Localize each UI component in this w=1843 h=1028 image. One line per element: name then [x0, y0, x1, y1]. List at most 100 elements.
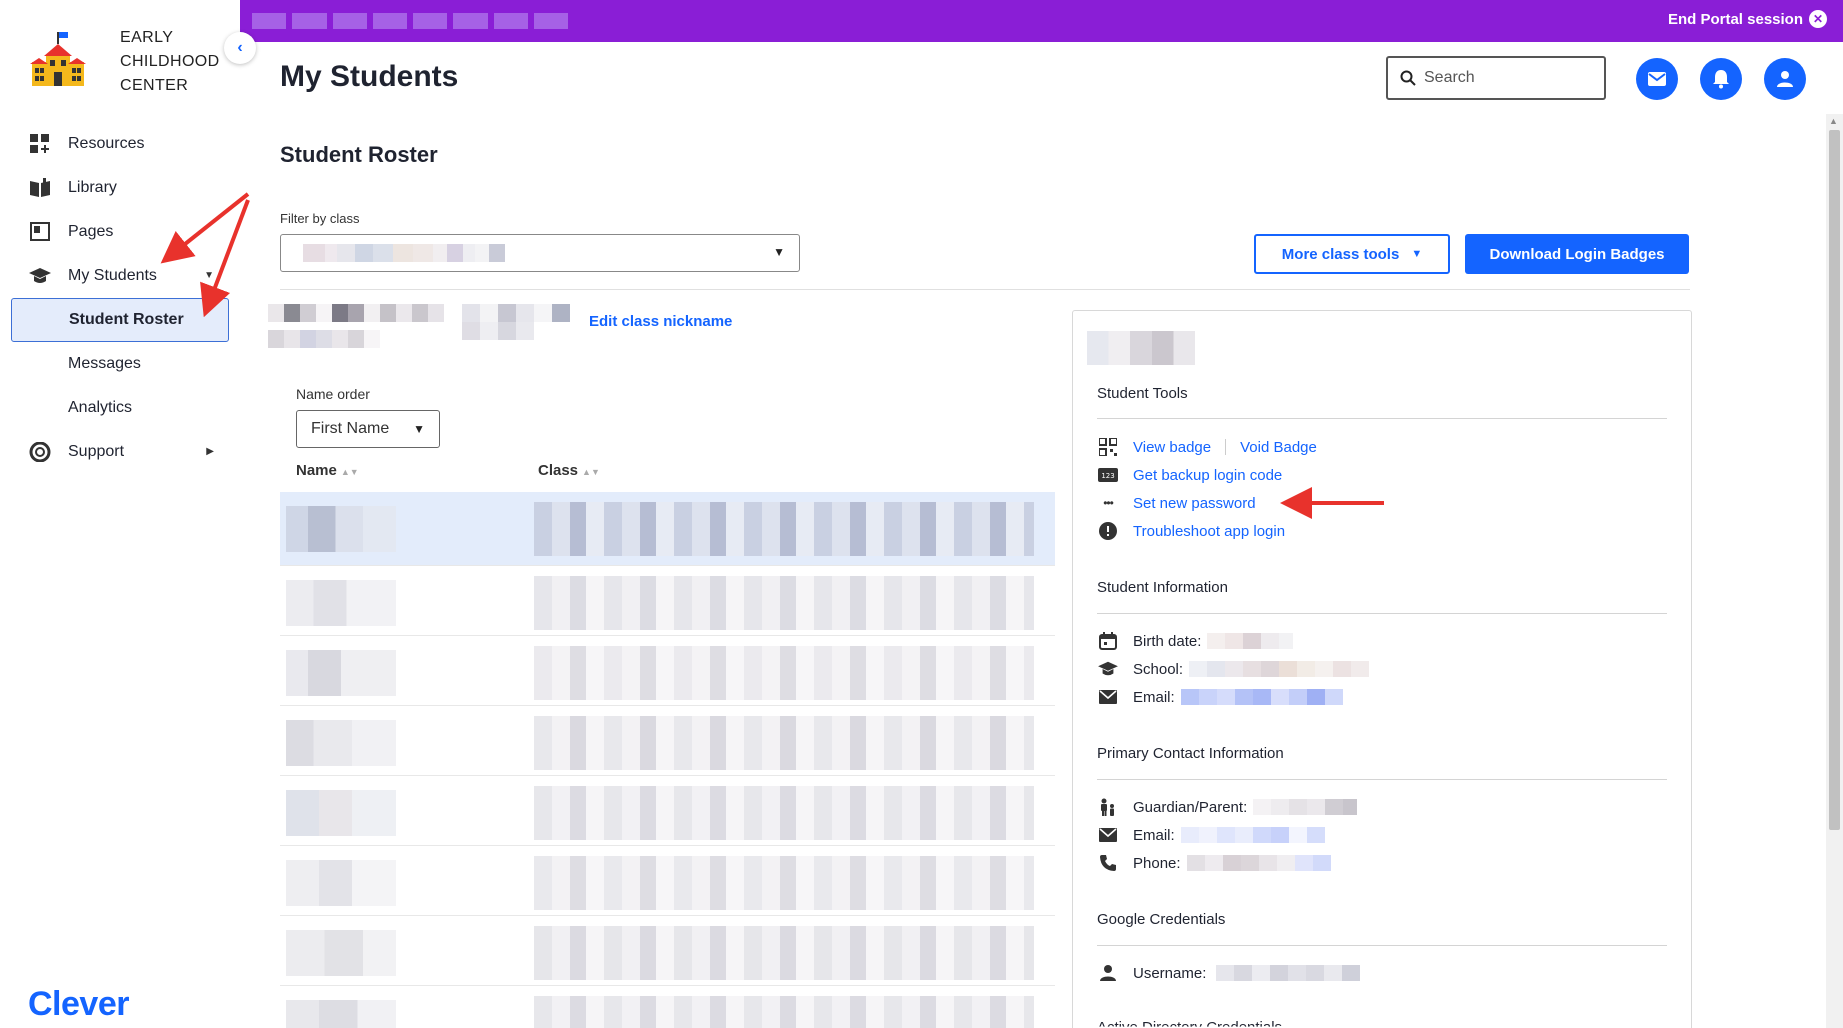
- sidebar-item-label: Analytics: [68, 399, 133, 416]
- student-table: [280, 492, 1055, 1028]
- sidebar-item-label: Resources: [68, 135, 145, 152]
- redacted-class-cell: [534, 646, 1034, 700]
- svg-text:123: 123: [1101, 472, 1114, 480]
- school-row: School:: [1097, 657, 1370, 681]
- redacted-student-email: [1180, 689, 1343, 705]
- redacted-class-detail: [462, 304, 584, 340]
- name-order-select[interactable]: First Name ▼: [296, 410, 440, 448]
- set-password-tool: ••• Set new password: [1097, 491, 1256, 515]
- grid-plus-icon: [30, 134, 49, 153]
- notifications-button[interactable]: [1700, 58, 1742, 100]
- sidebar-item-resources[interactable]: Resources: [0, 122, 240, 166]
- edit-class-nickname-link[interactable]: Edit class nickname: [589, 313, 732, 330]
- search-input[interactable]: Search: [1386, 56, 1606, 100]
- sidebar-item-my-students[interactable]: My Students ▼: [0, 254, 240, 298]
- sidebar-item-library[interactable]: Library: [0, 166, 240, 210]
- table-row[interactable]: [280, 636, 1055, 706]
- primary-contact-heading: Primary Contact Information: [1097, 745, 1284, 762]
- set-new-password-link[interactable]: Set new password: [1133, 495, 1256, 512]
- scrollbar-thumb[interactable]: [1829, 130, 1840, 830]
- sidebar-item-label: Library: [68, 179, 117, 196]
- close-icon: ✕: [1809, 10, 1827, 28]
- end-portal-session-button[interactable]: End Portal session ✕: [1668, 10, 1827, 28]
- column-header-label: Class: [538, 462, 579, 479]
- phone-label: Phone:: [1133, 854, 1181, 872]
- redacted-username: [1216, 965, 1361, 981]
- table-row[interactable]: [280, 846, 1055, 916]
- table-row[interactable]: [280, 566, 1055, 636]
- password-dots-icon: •••: [1103, 496, 1114, 510]
- name-order-value: First Name: [311, 420, 390, 437]
- sidebar-item-pages[interactable]: Pages: [0, 210, 240, 254]
- mail-icon: [1097, 826, 1119, 844]
- mail-icon: [1648, 72, 1666, 86]
- redacted-student-name: [286, 650, 396, 696]
- redacted-student-name: [286, 930, 396, 976]
- troubleshoot-app-login-link[interactable]: Troubleshoot app login: [1133, 523, 1285, 540]
- redacted-guardian-email: [1180, 827, 1325, 843]
- google-username-label: Username:: [1133, 964, 1207, 982]
- chevron-down-icon: ▼: [773, 245, 785, 259]
- sidebar-item-messages[interactable]: Messages: [0, 342, 240, 386]
- column-header-name[interactable]: Name ▲▼: [296, 462, 359, 479]
- table-row[interactable]: [280, 706, 1055, 776]
- sidebar: EARLY CHILDHOOD CENTER Resources Library: [0, 0, 240, 1028]
- search-placeholder: Search: [1424, 69, 1475, 86]
- graduation-cap-icon: [29, 268, 51, 283]
- birth-date-label: Birth date:: [1133, 632, 1202, 650]
- guardian-row: Guardian/Parent:: [1097, 795, 1358, 819]
- get-backup-login-code-link[interactable]: Get backup login code: [1133, 467, 1282, 484]
- download-login-badges-button[interactable]: Download Login Badges: [1465, 234, 1689, 274]
- sidebar-item-student-roster[interactable]: Student Roster: [11, 298, 229, 342]
- redacted-class-cell: [534, 926, 1034, 980]
- sidebar-item-label: Support: [68, 443, 125, 460]
- profile-button[interactable]: [1764, 58, 1806, 100]
- sidebar-item-support[interactable]: Support ▶: [0, 430, 240, 474]
- name-order-label: Name order: [296, 386, 370, 402]
- redacted-student-name: [286, 506, 396, 552]
- brand[interactable]: EARLY CHILDHOOD CENTER: [30, 26, 230, 96]
- table-row[interactable]: [280, 776, 1055, 846]
- table-row[interactable]: [280, 492, 1055, 566]
- collapse-sidebar-button[interactable]: ‹: [224, 32, 256, 64]
- sidebar-item-label: Messages: [68, 355, 141, 372]
- redacted-class-cell: [534, 716, 1034, 770]
- badge-tools: View badge Void Badge: [1097, 435, 1317, 459]
- student-detail-panel: Student Tools View badge Void Badge 123 …: [1072, 310, 1692, 1028]
- void-badge-link[interactable]: Void Badge: [1240, 439, 1317, 456]
- column-header-class[interactable]: Class ▲▼: [538, 462, 600, 479]
- alert-circle-icon: [1097, 522, 1119, 540]
- redacted-class-cell: [534, 786, 1034, 840]
- backup-code-tool: 123 Get backup login code: [1097, 463, 1282, 487]
- google-username-row: Username:: [1097, 961, 1361, 985]
- divider: [1097, 613, 1667, 614]
- view-badge-link[interactable]: View badge: [1133, 439, 1211, 456]
- separator: [1225, 439, 1227, 455]
- redacted-student-name: [286, 860, 396, 906]
- table-row[interactable]: [280, 986, 1055, 1028]
- brand-line-3: CENTER: [120, 77, 189, 94]
- sort-icon: ▲▼: [340, 467, 359, 477]
- caret-right-icon: ▶: [206, 446, 214, 457]
- student-tools-heading: Student Tools: [1097, 385, 1188, 402]
- redacted-student-header: [1087, 331, 1195, 365]
- more-class-tools-button[interactable]: More class tools ▼: [1254, 234, 1450, 274]
- messages-button[interactable]: [1636, 58, 1678, 100]
- page-title: My Students: [280, 60, 459, 93]
- qr-code-icon: [1097, 438, 1119, 456]
- student-email-label: Email:: [1133, 688, 1175, 706]
- school-label: School:: [1133, 660, 1184, 678]
- lifebuoy-icon: [29, 442, 51, 462]
- sidebar-item-label: Pages: [68, 223, 114, 240]
- clever-logo[interactable]: Clever: [28, 985, 129, 1024]
- redacted-phone: [1186, 855, 1331, 871]
- section-title: Student Roster: [280, 142, 438, 167]
- sidebar-item-analytics[interactable]: Analytics: [0, 386, 240, 430]
- scroll-up-arrow-icon[interactable]: ▲: [1829, 116, 1838, 126]
- download-login-badges-label: Download Login Badges: [1489, 245, 1665, 263]
- schoolhouse-icon: [30, 32, 86, 86]
- class-filter-select[interactable]: ▼: [280, 234, 800, 272]
- more-class-tools-label: More class tools: [1281, 245, 1400, 263]
- table-row[interactable]: [280, 916, 1055, 986]
- divider: [280, 289, 1690, 290]
